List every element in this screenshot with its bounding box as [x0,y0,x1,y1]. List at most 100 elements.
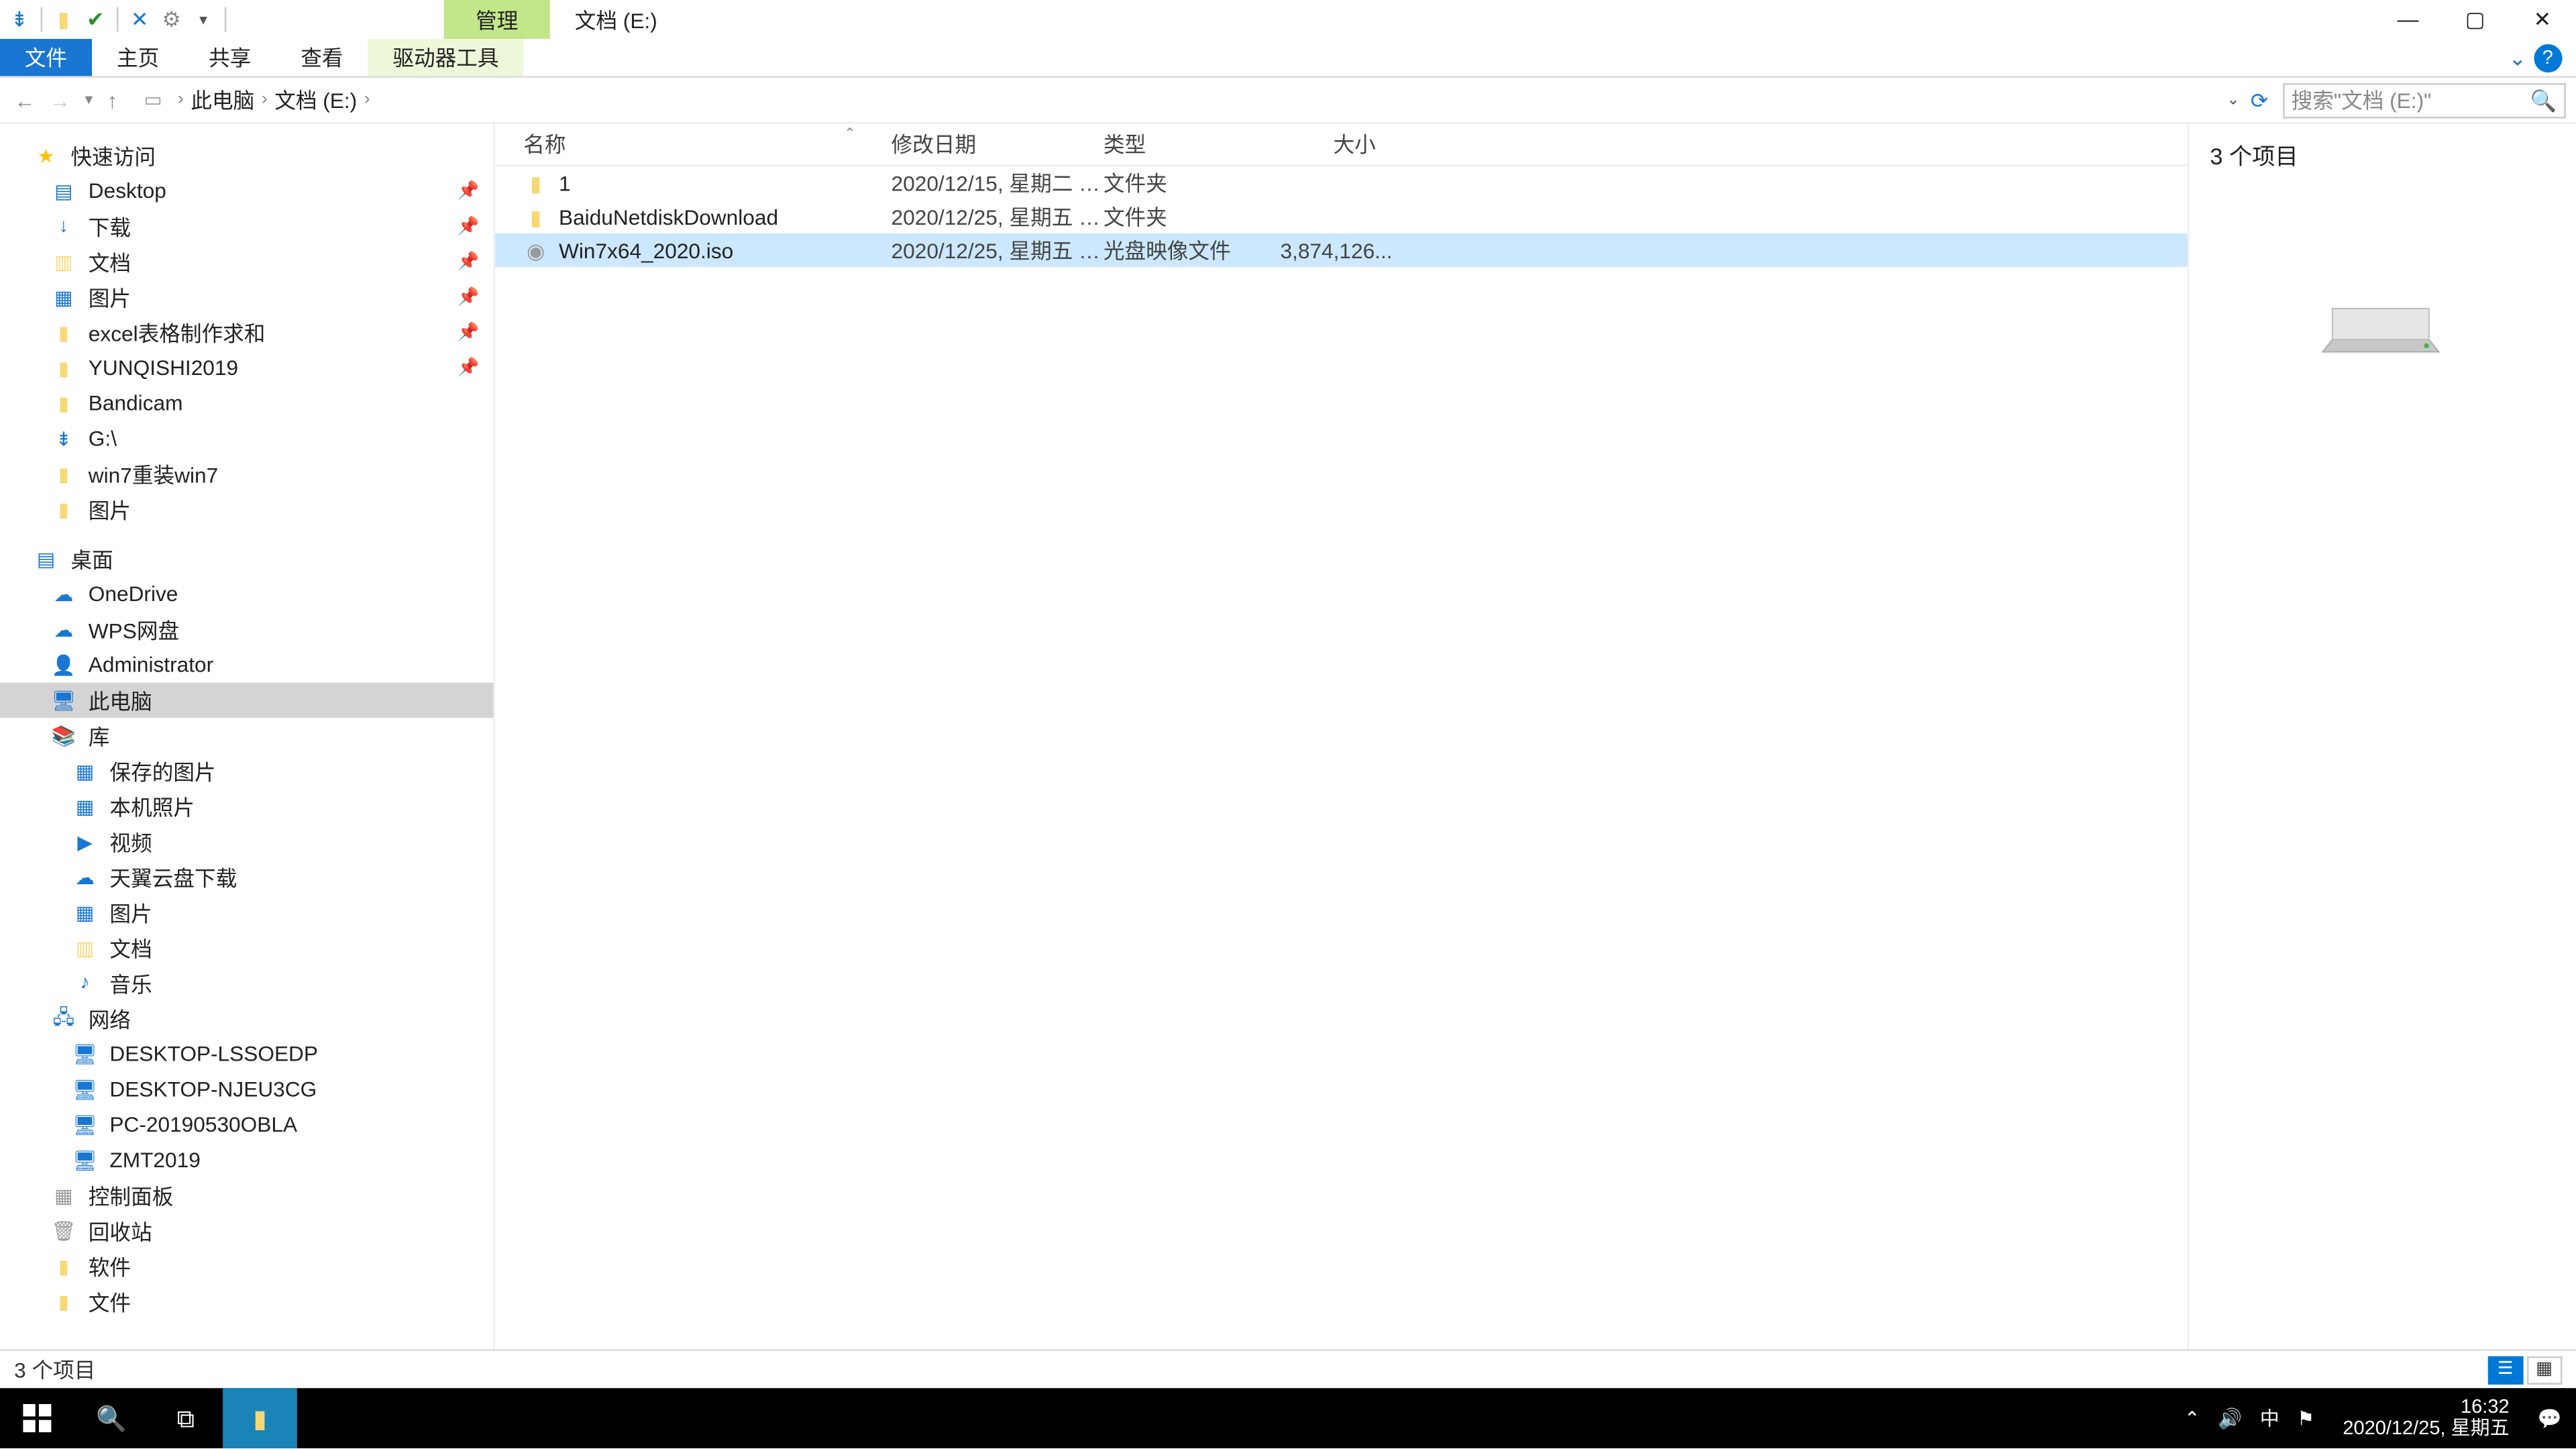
explorer-taskbar-button[interactable]: ▮ [223,1389,297,1449]
nav-yunqishi[interactable]: ▮YUNQISHI2019📌 [0,350,493,386]
nav-gdrive[interactable]: ⇟G:\ [0,421,493,456]
forward-button[interactable]: → [50,87,71,112]
file-row[interactable]: ▮1 2020/12/15, 星期二 1... 文件夹 [495,166,2187,200]
nav-desktop-root[interactable]: ▤桌面 [0,541,493,577]
action-center-icon[interactable]: 💬 [2538,1407,2562,1430]
nav-downloads[interactable]: ↓下载📌 [0,209,493,244]
column-type[interactable]: 类型 [1104,129,1281,159]
ribbon-tab-home[interactable]: 主页 [92,39,184,76]
search-icon[interactable]: 🔍 [2530,87,2557,112]
folder-icon: ▮ [50,495,78,523]
help-icon[interactable]: ? [2534,44,2562,72]
breadcrumb-this-pc[interactable]: 此电脑 [184,85,262,115]
start-button[interactable] [0,1389,74,1449]
tray-overflow-icon[interactable]: ⌃ [2184,1407,2200,1430]
folder-icon: ▮ [523,204,548,229]
nav-saved-pictures[interactable]: ▦保存的图片 [0,753,493,789]
nav-files[interactable]: ▮文件 [0,1284,493,1320]
pin-icon: 📌 [458,217,480,236]
nav-tianyi[interactable]: ☁天翼云盘下载 [0,859,493,895]
nav-bandicam[interactable]: ▮Bandicam [0,386,493,421]
history-dropdown-icon[interactable]: ▾ [85,90,93,109]
nav-recycle[interactable]: 🗑回收站 [0,1213,493,1248]
navigation-pane[interactable]: ★快速访问 ▤Desktop📌 ↓下载📌 ▥文档📌 ▦图片📌 ▮excel表格制… [0,124,495,1350]
nav-win7reinstall[interactable]: ▮win7重装win7 [0,456,493,492]
close-button[interactable]: ✕ [2509,0,2576,39]
pc-icon: 🖥 [70,1110,99,1138]
column-name[interactable]: 名称⌃ [495,129,891,159]
nav-music[interactable]: ♪音乐 [0,965,493,1001]
nav-pc-1[interactable]: 🖥DESKTOP-LSSOEDP [0,1036,493,1072]
nav-wps[interactable]: ☁WPS网盘 [0,612,493,647]
nav-control-panel[interactable]: ▦控制面板 [0,1178,493,1214]
ribbon-tab-view[interactable]: 查看 [276,39,368,76]
refresh-icon[interactable]: ⟳ [2251,87,2269,112]
chevron-right-icon[interactable]: › [178,90,184,109]
search-button[interactable]: 🔍 [74,1389,149,1449]
ribbon-tab-file[interactable]: 文件 [0,39,92,76]
picture-icon: ▦ [70,792,99,820]
nav-desktop[interactable]: ▤Desktop📌 [0,173,493,209]
back-button[interactable]: ← [14,87,36,112]
nav-software[interactable]: ▮软件 [0,1248,493,1284]
nav-excel[interactable]: ▮excel表格制作求和📌 [0,315,493,350]
nav-network[interactable]: 🖧网络 [0,1001,493,1036]
search-input[interactable]: 搜索"文档 (E:)" 🔍 [2282,83,2565,118]
nav-this-pc[interactable]: 🖥此电脑 [0,682,493,718]
nav-pc-2[interactable]: 🖥DESKTOP-NJEU3CG [0,1071,493,1107]
clock[interactable]: 16:32 2020/12/25, 星期五 [2332,1397,2520,1440]
nav-quick-access[interactable]: ★快速访问 [0,138,493,174]
up-button[interactable]: ↑ [107,87,118,112]
address-dropdown-icon[interactable]: ⌄ [2226,90,2240,109]
ime-indicator[interactable]: 中 [2260,1405,2279,1433]
minimize-button[interactable]: — [2374,0,2441,39]
column-date[interactable]: 修改日期 [892,129,1104,159]
flag-icon[interactable]: ⚑ [2297,1407,2314,1430]
taskbar[interactable]: 🔍 ⧉ ▮ ⌃ 🔊 中 ⚑ 16:32 2020/12/25, 星期五 💬 [0,1389,2576,1449]
file-list-area: 名称⌃ 修改日期 类型 大小 ▮1 2020/12/15, 星期二 1... 文… [495,124,2187,1350]
chevron-right-icon[interactable]: › [364,90,370,109]
nav-libraries[interactable]: 📚库 [0,718,493,753]
view-large-icons-button[interactable]: ▦ [2526,1356,2562,1385]
file-rows[interactable]: ▮1 2020/12/15, 星期二 1... 文件夹 ▮BaiduNetdis… [495,166,2187,1350]
control-panel-icon: ▦ [50,1181,78,1210]
quick-access-toolbar: ⇟ ▮ ✔ ✕ ⚙ ▾ [0,3,231,35]
system-tray: ⌃ 🔊 中 ⚑ 16:32 2020/12/25, 星期五 💬 [2184,1389,2576,1449]
expand-ribbon-icon[interactable]: ⌄ [2509,45,2527,70]
ribbon-tab-drive-tools[interactable]: 驱动器工具 [368,39,523,76]
file-row[interactable]: ▮BaiduNetdiskDownload 2020/12/25, 星期五 1.… [495,200,2187,233]
contextual-tab-manage[interactable]: 管理 [444,0,550,39]
nav-pc-3[interactable]: 🖥PC-20190530OBLA [0,1107,493,1142]
pin-icon: 📌 [458,358,480,378]
qat-dropdown-icon[interactable]: ▾ [187,3,219,35]
nav-documents[interactable]: ▥文档📌 [0,244,493,280]
column-size[interactable]: 大小 [1280,129,1386,159]
nav-onedrive[interactable]: ☁OneDrive [0,576,493,612]
check-icon[interactable]: ✔ [80,3,111,35]
address-bar[interactable]: ▭ › 此电脑 › 文档 (E:) › [131,83,2226,118]
nav-video[interactable]: ▶视频 [0,824,493,859]
nav-pc-4[interactable]: 🖥ZMT2019 [0,1142,493,1178]
nav-documents-2[interactable]: ▥文档 [0,930,493,966]
video-icon: ▶ [70,828,99,856]
nav-admin[interactable]: 👤Administrator [0,647,493,683]
gear-icon[interactable]: ⚙ [156,3,187,35]
ribbon-tab-share[interactable]: 共享 [184,39,276,76]
music-icon: ♪ [70,969,99,998]
view-details-button[interactable]: ☰ [2487,1356,2523,1385]
network-icon: 🖧 [50,1004,78,1032]
nav-pictures[interactable]: ▦图片📌 [0,279,493,315]
task-view-button[interactable]: ⧉ [148,1389,223,1449]
folder-icon[interactable]: ▮ [48,3,79,35]
volume-icon[interactable]: 🔊 [2218,1407,2242,1430]
nav-pictures-3[interactable]: ▦图片 [0,895,493,930]
nav-camera-roll[interactable]: ▦本机照片 [0,789,493,824]
chevron-right-icon[interactable]: › [262,90,268,109]
file-row[interactable]: ◉Win7x64_2020.iso 2020/12/25, 星期五 1... 光… [495,233,2187,267]
close-icon[interactable]: ✕ [124,3,156,35]
maximize-button[interactable]: ▢ [2442,0,2509,39]
nav-pictures-2[interactable]: ▮图片 [0,492,493,527]
recycle-icon: 🗑 [50,1217,78,1245]
breadcrumb-drive[interactable]: 文档 (E:) [268,85,364,115]
app-icon[interactable]: ⇟ [3,3,35,35]
